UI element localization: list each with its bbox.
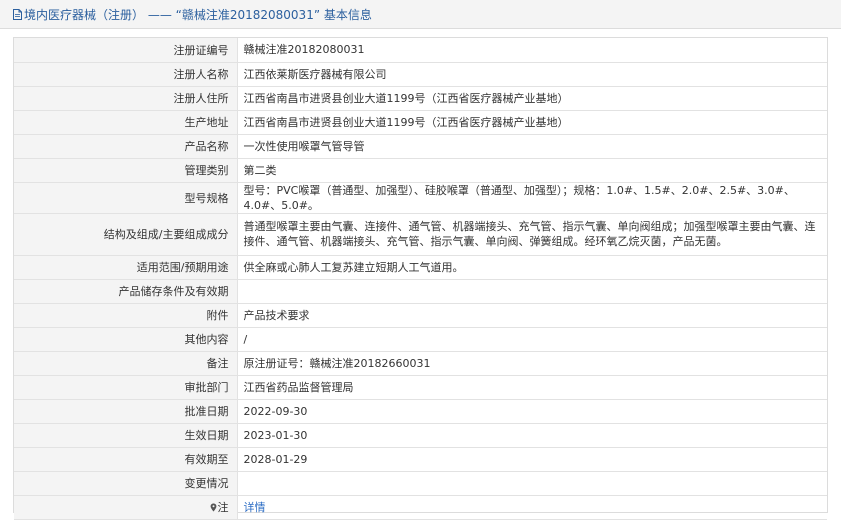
row-label: 生产地址 [14, 109, 238, 135]
row-value: 2022-09-30 [236, 398, 827, 424]
row-label: 产品名称 [14, 133, 238, 159]
page-header: 境内医疗器械（注册） —— “赣械注准20182080031” 基本信息 [0, 0, 841, 29]
row-label: 结构及组成/主要组成成分 [14, 212, 238, 256]
row-value: 江西省南昌市进贤县创业大道1199号（江西省医疗器械产业基地） [236, 109, 827, 135]
row-label: 备注 [14, 350, 238, 376]
table-row: 附件 产品技术要求 [14, 302, 827, 328]
row-value: 2028-01-29 [236, 446, 827, 472]
table-row: 变更情况 [14, 470, 827, 496]
row-value: 第二类 [236, 157, 827, 183]
table-row: 结构及组成/主要组成成分 普通型喉罩主要由气囊、连接件、通气管、机器端接头、充气… [14, 212, 827, 256]
row-label: 适用范围/预期用途 [14, 254, 238, 280]
table-row: 生产地址 江西省南昌市进贤县创业大道1199号（江西省医疗器械产业基地） [14, 109, 827, 135]
row-label: 变更情况 [14, 470, 238, 496]
info-panel: 注册证编号 赣械注准20182080031 注册人名称 江西依莱斯医疗器械有限公… [13, 37, 828, 520]
row-value: 江西省药品监督管理局 [236, 374, 827, 400]
table-row-remark: 注 详情 [14, 494, 827, 520]
row-value: 江西省南昌市进贤县创业大道1199号（江西省医疗器械产业基地） [236, 85, 827, 111]
table-row: 有效期至 2028-01-29 [14, 446, 827, 472]
table-row: 产品储存条件及有效期 [14, 278, 827, 304]
row-value: 赣械注准20182080031 [236, 38, 827, 63]
row-value: 江西依莱斯医疗器械有限公司 [236, 61, 827, 87]
location-pin-icon [210, 503, 216, 512]
table-row: 注册证编号 赣械注准20182080031 [14, 38, 827, 63]
row-label: 注册人名称 [14, 61, 238, 87]
table-row: 注册人住所 江西省南昌市进贤县创业大道1199号（江西省医疗器械产业基地） [14, 85, 827, 111]
row-value: 原注册证号：赣械注准20182660031 [236, 350, 827, 376]
row-label: 注册人住所 [14, 85, 238, 111]
details-link[interactable]: 详情 [244, 501, 266, 514]
table-row: 批准日期 2022-09-30 [14, 398, 827, 424]
row-label: 注册证编号 [14, 38, 238, 63]
row-label: 审批部门 [14, 374, 238, 400]
table-row: 备注 原注册证号：赣械注准20182660031 [14, 350, 827, 376]
table-row: 其他内容 / [14, 326, 827, 352]
remark-label: 注 [217, 501, 229, 514]
table-row: 产品名称 一次性使用喉罩气管导管 [14, 133, 827, 159]
row-label: 注 [14, 494, 238, 520]
row-label: 型号规格 [14, 181, 238, 214]
row-value: 产品技术要求 [236, 302, 827, 328]
row-value: 普通型喉罩主要由气囊、连接件、通气管、机器端接头、充气管、指示气囊、单向阀组成；… [236, 212, 827, 256]
row-label: 生效日期 [14, 422, 238, 448]
row-label: 批准日期 [14, 398, 238, 424]
table-row: 型号规格 型号：PVC喉罩（普通型、加强型）、硅胶喉罩（普通型、加强型）；规格：… [14, 181, 827, 214]
row-value: 2023-01-30 [236, 422, 827, 448]
row-value: 型号：PVC喉罩（普通型、加强型）、硅胶喉罩（普通型、加强型）；规格：1.0#、… [236, 181, 827, 214]
row-value: 供全麻或心肺人工复苏建立短期人工气道用。 [236, 254, 827, 280]
row-value: / [236, 326, 827, 352]
row-label: 有效期至 [14, 446, 238, 472]
document-icon [13, 8, 22, 20]
device-info-table: 注册证编号 赣械注准20182080031 注册人名称 江西依莱斯医疗器械有限公… [14, 38, 827, 520]
table-row: 生效日期 2023-01-30 [14, 422, 827, 448]
table-row: 管理类别 第二类 [14, 157, 827, 183]
page-title: 境内医疗器械（注册） —— “赣械注准20182080031” 基本信息 [24, 7, 372, 22]
row-label: 其他内容 [14, 326, 238, 352]
row-value [236, 278, 827, 304]
row-value: 一次性使用喉罩气管导管 [236, 133, 827, 159]
row-label: 产品储存条件及有效期 [14, 278, 238, 304]
table-row: 注册人名称 江西依莱斯医疗器械有限公司 [14, 61, 827, 87]
row-label: 管理类别 [14, 157, 238, 183]
row-label: 附件 [14, 302, 238, 328]
table-row: 适用范围/预期用途 供全麻或心肺人工复苏建立短期人工气道用。 [14, 254, 827, 280]
table-row: 审批部门 江西省药品监督管理局 [14, 374, 827, 400]
row-value: 详情 [236, 494, 827, 520]
row-value [236, 470, 827, 496]
